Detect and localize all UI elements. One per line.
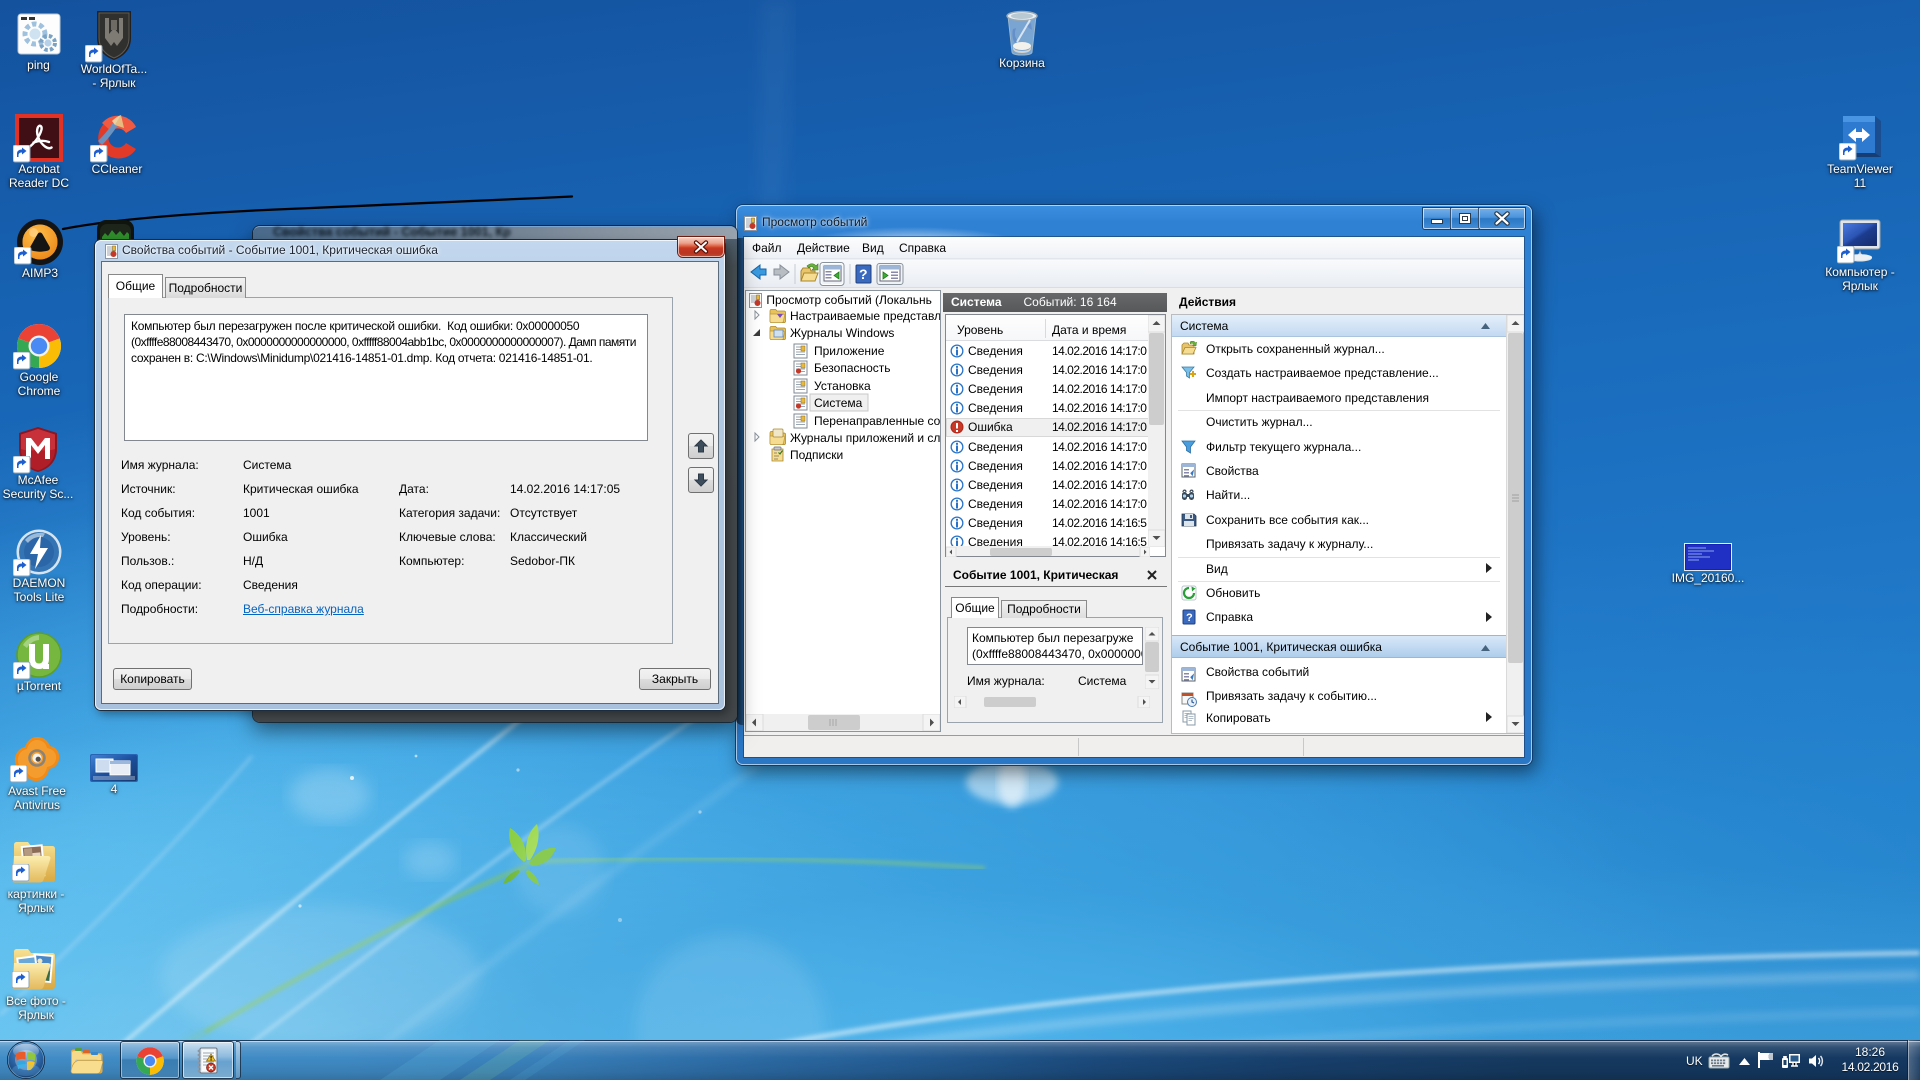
svg-text:Перенаправленные соб: Перенаправленные соб xyxy=(814,414,940,428)
svg-text:Настраиваемые представлє: Настраиваемые представлє xyxy=(790,309,940,323)
svg-text:?: ? xyxy=(859,266,868,282)
svg-text:Система: Система xyxy=(814,396,863,410)
svg-text:Безопасность: Безопасность xyxy=(814,361,891,375)
svg-text:?: ? xyxy=(1186,612,1193,624)
svg-text:Установка: Установка xyxy=(814,379,871,393)
svg-text:Журналы Windows: Журналы Windows xyxy=(790,326,894,340)
svg-text:Подписки: Подписки xyxy=(790,448,843,462)
svg-text:Журналы приложений и сл: Журналы приложений и сл xyxy=(790,431,940,445)
svg-text:Приложение: Приложение xyxy=(814,344,885,358)
